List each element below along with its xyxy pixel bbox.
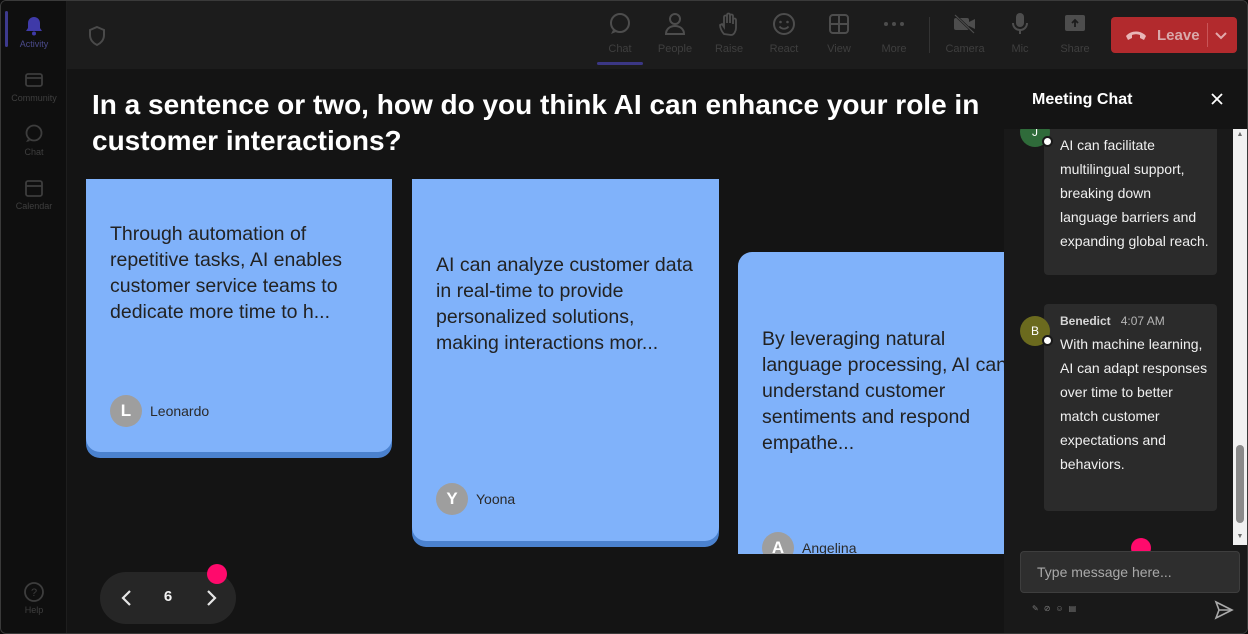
response-card[interactable]: By leveraging natural language processin… [738, 252, 1004, 554]
message-meta: Benedict 4:07 AM [1060, 314, 1165, 328]
card-text: AI can analyze customer data in real-tim… [436, 254, 693, 354]
response-card[interactable]: Through automation of repetitive tasks, … [86, 179, 392, 452]
page-number: 6 [163, 588, 173, 605]
active-tab-indicator [597, 62, 643, 65]
scrollbar-thumb[interactable] [1236, 445, 1244, 523]
bell-icon [23, 15, 45, 37]
chevron-left-icon[interactable] [116, 587, 138, 609]
presence-dot [1042, 136, 1053, 147]
chevron-right-icon[interactable] [200, 587, 222, 609]
chat-scrollbar[interactable]: ▲ ▼ [1233, 129, 1247, 545]
meeting-chat-panel: Meeting Chat AI can facilitate multiling… [1004, 69, 1247, 633]
hand-icon [716, 11, 742, 37]
more-button[interactable]: More [868, 11, 920, 63]
message-text: AI can facilitate multilingual support, … [1060, 137, 1209, 249]
avatar: A [762, 532, 794, 554]
attach-icon[interactable]: ⊘ [1044, 604, 1051, 613]
send-icon[interactable] [1214, 600, 1234, 620]
format-icon[interactable]: ✎ [1032, 604, 1039, 613]
camera-off-icon [952, 11, 978, 37]
react-button[interactable]: React [758, 11, 810, 63]
author-name: Angelina [802, 540, 857, 554]
question-title: In a sentence or two, how do you think A… [92, 89, 980, 156]
mic-icon [1007, 11, 1033, 37]
avatar: Y [436, 483, 468, 515]
toolbar-divider [929, 17, 930, 53]
people-icon [662, 11, 688, 37]
chat-message: Benedict 4:07 AM With machine learning, A… [1044, 304, 1217, 511]
mic-button[interactable]: Mic [994, 11, 1046, 63]
chat-button[interactable]: Chat [594, 11, 646, 63]
leave-button[interactable]: Leave [1111, 17, 1237, 53]
avatar: B [1020, 316, 1053, 346]
scroll-up-icon[interactable]: ▲ [1236, 131, 1244, 139]
app-rail: Activity Community Chat Calendar ? Help [1, 1, 67, 633]
more-icon [881, 11, 907, 37]
chat-message: AI can facilitate multilingual support, … [1044, 129, 1217, 275]
message-input[interactable] [1021, 552, 1239, 592]
card-text: By leveraging natural language processin… [762, 328, 1004, 454]
response-cards: Through automation of repetitive tasks, … [67, 179, 1004, 554]
sender-name: Benedict [1060, 314, 1111, 328]
rail-item-community[interactable]: Community [1, 63, 67, 109]
raise-hand-button[interactable]: Raise [703, 11, 755, 63]
card-text: Through automation of repetitive tasks, … [110, 223, 342, 323]
click-marker [207, 564, 227, 584]
shield-icon[interactable] [87, 25, 107, 47]
share-button[interactable]: Share [1049, 11, 1101, 63]
format-toolbar: ✎ ⊘ ☺ ▤ [1032, 604, 1076, 613]
author-name: Yoona [476, 491, 516, 507]
card-author: Y Yoona [436, 483, 515, 515]
message-input-box[interactable] [1020, 551, 1240, 593]
phone-hangup-icon [1125, 28, 1147, 42]
message-time: 4:07 AM [1120, 314, 1165, 328]
response-card[interactable]: AI can analyze customer data in real-tim… [412, 179, 719, 541]
camera-button[interactable]: Camera [939, 11, 991, 63]
rail-item-chat[interactable]: Chat [1, 117, 67, 163]
card-author: A Angelina [762, 532, 857, 554]
presence-dot [1042, 335, 1053, 346]
meeting-toolbar: Chat People Raise React View More Camera… [67, 1, 1247, 69]
chat-header: Meeting Chat [1004, 69, 1247, 129]
gif-icon[interactable]: ▤ [1069, 604, 1077, 613]
view-button[interactable]: View [813, 11, 865, 63]
author-name: Leonardo [150, 403, 210, 419]
avatar: L [110, 395, 142, 427]
chevron-down-icon[interactable] [1213, 27, 1229, 43]
svg-text:?: ? [31, 587, 37, 599]
chat-icon [23, 123, 45, 145]
chat-title: Meeting Chat [1032, 91, 1133, 108]
emoji-icon[interactable]: ☺ [1055, 604, 1063, 613]
smile-icon [771, 11, 797, 37]
close-icon[interactable] [1209, 91, 1225, 107]
chat-icon [607, 11, 633, 37]
rail-item-activity[interactable]: Activity [1, 9, 67, 55]
rail-item-calendar[interactable]: Calendar [1, 171, 67, 217]
chat-messages[interactable]: AI can facilitate multilingual support, … [1004, 129, 1247, 545]
avatar: J [1020, 129, 1053, 147]
calendar-icon [23, 177, 45, 199]
share-screen-icon [1062, 11, 1088, 37]
scroll-down-icon[interactable]: ▼ [1236, 533, 1244, 541]
rail-item-help[interactable]: ? Help [1, 575, 67, 621]
help-icon: ? [23, 581, 45, 603]
grid-icon [826, 11, 852, 37]
leave-divider [1207, 23, 1208, 47]
message-text: With machine learning, AI can adapt resp… [1060, 336, 1208, 472]
people-button[interactable]: People [649, 11, 701, 63]
meeting-window: Activity Community Chat Calendar ? Help [0, 0, 1248, 634]
card-author: L Leonardo [110, 395, 209, 427]
community-icon [23, 69, 45, 91]
